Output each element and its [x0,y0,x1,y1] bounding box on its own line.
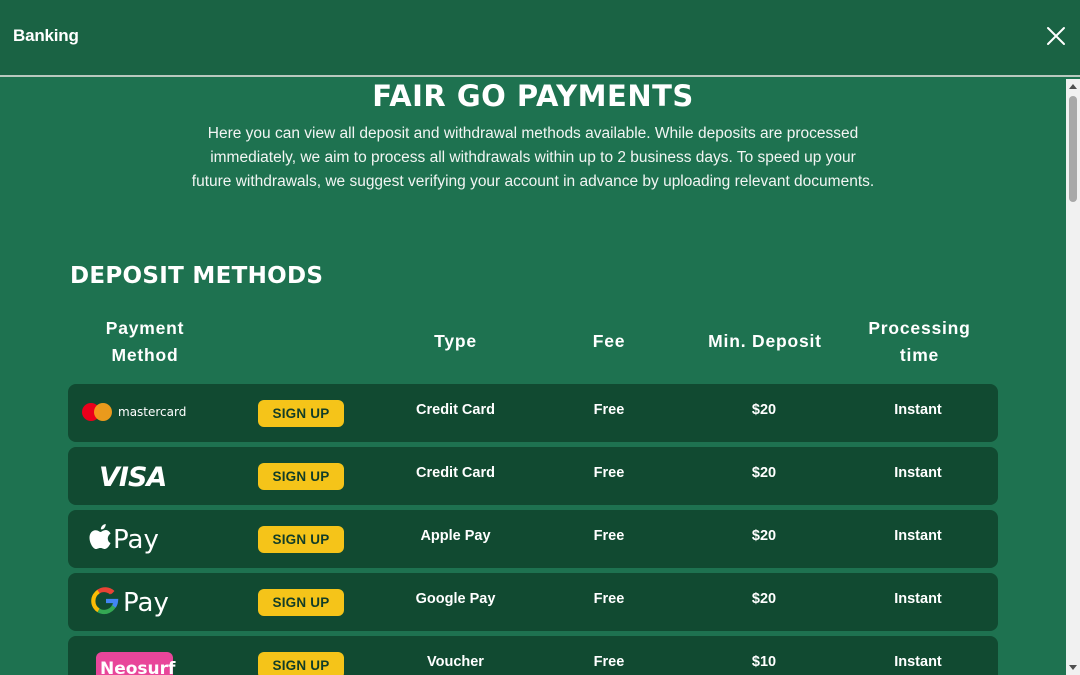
column-header-payment-method: Payment Method [105,318,185,365]
min-deposit: $20 [751,528,777,544]
apple-pay-logo: Pay [89,524,159,555]
processing-time: Instant [894,591,942,607]
visa-logo-text: VISA [99,462,166,493]
sign-up-button[interactable]: SIGN UP [258,652,344,675]
close-icon[interactable] [1044,24,1068,48]
payment-row-neosurf[interactable]: Neosurf SIGN UP Voucher Free $10 Instant [68,636,998,675]
payment-type: Credit Card [416,402,495,418]
sign-up-button[interactable]: SIGN UP [258,589,344,616]
payment-fee: Free [593,528,625,544]
column-header-type: Type [434,331,477,351]
payment-type: Google Pay [415,591,496,607]
processing-time: Instant [894,402,942,418]
page-title: FAIR GO PAYMENTS [372,79,694,113]
neosurf-logo-text: Neosurf [100,659,176,675]
scrollbar-thumb[interactable] [1069,96,1077,202]
google-pay-logo: Pay [90,587,169,618]
deposit-methods-heading: DEPOSIT METHODS [70,263,324,289]
payment-row-mastercard[interactable]: mastercard SIGN UP Credit Card Free $20 … [68,384,998,442]
payment-row-visa[interactable]: VISA SIGN UP Credit Card Free $20 Instan… [68,447,998,505]
min-deposit: $20 [751,402,777,418]
column-header-processing-time: Processing time [868,318,971,365]
modal-header: Banking [0,0,1080,77]
scroll-down-arrow-icon[interactable] [1066,659,1080,675]
min-deposit: $10 [751,654,777,670]
payment-type: Credit Card [416,465,495,481]
banking-content[interactable]: FAIR GO PAYMENTS Here you can view all d… [0,79,1066,675]
payment-type: Apple Pay [420,528,491,544]
payment-fee: Free [593,654,625,670]
intro-text: Here you can view all deposit and withdr… [191,125,875,190]
column-header-fee: Fee [592,331,626,351]
min-deposit: $20 [751,591,777,607]
sign-up-button[interactable]: SIGN UP [258,526,344,553]
mastercard-logo: mastercard [82,403,186,421]
scroll-up-arrow-icon[interactable] [1066,79,1080,95]
vertical-scrollbar[interactable] [1066,79,1080,675]
payment-row-google-pay[interactable]: Pay SIGN UP Google Pay Free $20 Instant [68,573,998,631]
sign-up-button[interactable]: SIGN UP [258,463,344,490]
google-g-icon [90,587,119,615]
apple-pay-logo-text: Pay [113,525,159,555]
payment-type: Voucher [427,654,484,670]
payment-row-apple-pay[interactable]: Pay SIGN UP Apple Pay Free $20 Instant [68,510,998,568]
visa-logo: VISA [99,462,167,493]
payment-fee: Free [593,465,625,481]
min-deposit: $20 [751,465,777,481]
processing-time: Instant [894,654,942,670]
neosurf-logo: Neosurf [96,652,176,675]
payment-fee: Free [593,591,625,607]
mastercard-logo-text: mastercard [118,405,186,419]
processing-time: Instant [894,465,942,481]
payment-fee: Free [593,402,625,418]
modal-title: Banking [13,26,79,45]
sign-up-button[interactable]: SIGN UP [258,400,344,427]
google-pay-logo-text: Pay [123,588,169,618]
apple-icon [89,524,111,549]
column-header-min-deposit: Min. Deposit [708,331,822,351]
processing-time: Instant [894,528,942,544]
